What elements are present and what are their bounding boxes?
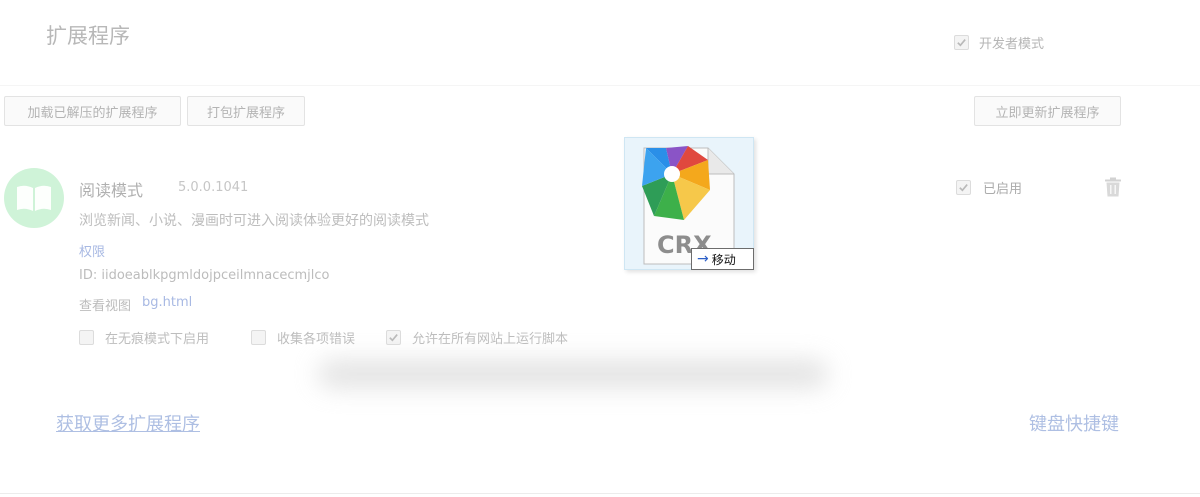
option-label: 允许在所有网站上运行脚本 <box>412 332 569 347</box>
developer-mode-label: 开发者模式 <box>979 37 1045 52</box>
extension-enabled-toggle[interactable]: 已启用 <box>956 178 1022 197</box>
arrow-right-icon: → <box>697 251 709 267</box>
incognito-checkbox[interactable] <box>79 330 94 345</box>
background-page-link[interactable]: bg.html <box>142 295 192 314</box>
option-collect-errors[interactable]: 收集各项错误 <box>251 328 355 347</box>
developer-mode-checkbox[interactable] <box>954 35 969 50</box>
open-book-icon <box>17 185 51 211</box>
option-all-sites[interactable]: 允许在所有网站上运行脚本 <box>386 328 568 347</box>
extension-version: 5.0.0.1041 <box>178 180 249 195</box>
inspect-views-row: 查看视图 bg.html <box>79 295 192 314</box>
option-label: 在无痕模式下启用 <box>105 332 210 347</box>
option-incognito[interactable]: 在无痕模式下启用 <box>79 328 209 347</box>
extension-icon <box>4 168 64 228</box>
drop-shadow <box>318 360 828 388</box>
page-title: 扩展程序 <box>46 24 130 48</box>
trash-icon[interactable] <box>1104 177 1122 197</box>
extension-id: ID: iidoeablkpgmldojpceilmnacecmjlco <box>79 268 330 283</box>
developer-mode-toggle[interactable]: 开发者模式 <box>954 33 1044 52</box>
drag-action-label: 移动 <box>711 252 736 267</box>
update-extensions-button[interactable]: 立即更新扩展程序 <box>974 96 1121 126</box>
extension-description: 浏览新闻、小说、漫画时可进入阅读体验更好的阅读模式 <box>79 213 429 229</box>
footer-divider <box>0 493 1200 494</box>
permissions-link[interactable]: 权限 <box>79 241 105 260</box>
checkmark-icon <box>959 184 968 192</box>
option-label: 收集各项错误 <box>277 332 356 347</box>
enabled-checkbox[interactable] <box>956 180 971 195</box>
drag-move-tooltip: → 移动 <box>691 248 754 270</box>
inspect-views-label: 查看视图 <box>79 299 132 314</box>
extension-name: 阅读模式 <box>79 181 144 200</box>
load-unpacked-button[interactable]: 加载已解压的扩展程序 <box>4 96 181 126</box>
get-more-extensions-link[interactable]: 获取更多扩展程序 <box>56 410 200 436</box>
header-divider <box>0 85 1200 86</box>
checkmark-icon <box>957 39 966 47</box>
collect-errors-checkbox[interactable] <box>251 330 266 345</box>
keyboard-shortcuts-link[interactable]: 键盘快捷键 <box>1029 410 1119 436</box>
enabled-label: 已启用 <box>983 182 1023 197</box>
all-sites-checkbox[interactable] <box>386 330 401 345</box>
checkmark-icon <box>389 334 398 342</box>
pack-extension-button[interactable]: 打包扩展程序 <box>187 96 305 126</box>
